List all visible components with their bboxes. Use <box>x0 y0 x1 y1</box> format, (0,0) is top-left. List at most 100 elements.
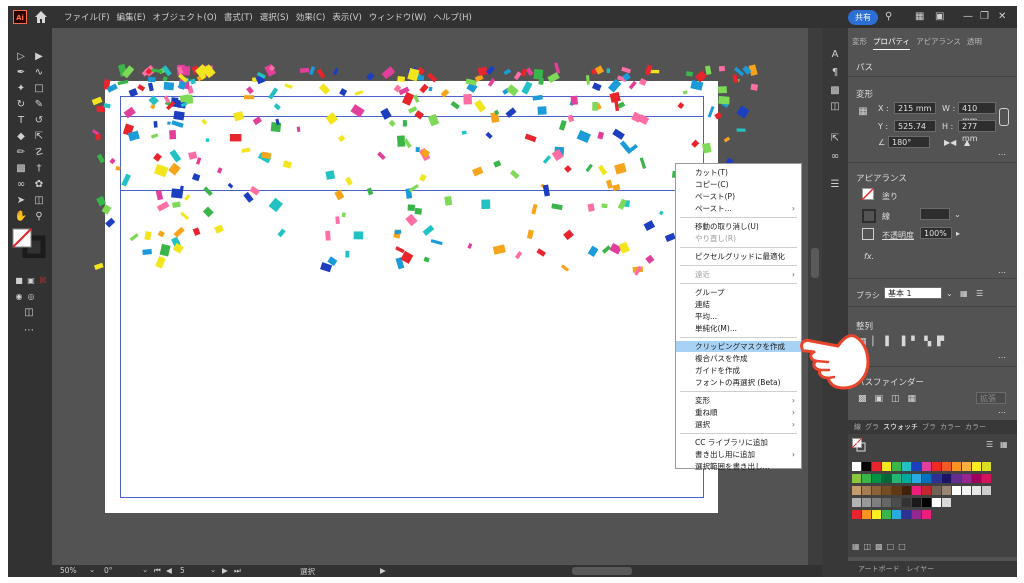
curvature-tool-icon[interactable]: ∿ <box>32 66 46 80</box>
libraries-panel-icon[interactable]: ▩ <box>828 84 842 98</box>
swatch-cell[interactable] <box>862 510 871 519</box>
appearance-more-icon[interactable]: ⋯ <box>998 268 1006 277</box>
swatch-cell[interactable] <box>942 462 951 471</box>
w-field[interactable]: 410 mm <box>958 102 996 125</box>
h-field[interactable]: 277 mm <box>958 120 996 143</box>
artboard-dropdown-icon[interactable]: ⌄ <box>210 565 216 574</box>
context-menu-item[interactable]: 選択 › <box>676 419 801 430</box>
swatch-cell[interactable] <box>902 474 911 483</box>
swatch-cell[interactable] <box>922 474 931 483</box>
flip-horizontal-icon[interactable]: ▶◀ <box>944 138 956 147</box>
first-artboard-icon[interactable]: ⏮ <box>154 566 161 576</box>
opacity-arrow-icon[interactable]: ▸ <box>956 229 960 238</box>
fill-stroke-icon[interactable] <box>12 228 46 258</box>
tab-layers[interactable]: レイヤー <box>906 565 934 573</box>
grid-view-icon[interactable]: ▦ <box>1000 440 1008 449</box>
tab-transform[interactable]: 変形 <box>852 36 867 50</box>
share-button[interactable]: 共有 <box>848 10 878 25</box>
swatch-cell[interactable] <box>902 498 911 507</box>
menu-type[interactable]: 書式(T) <box>224 11 253 23</box>
swatch-cell[interactable] <box>882 474 891 483</box>
direct-selection-tool-icon[interactable]: ▶ <box>32 50 46 64</box>
swatch-cell[interactable] <box>972 474 981 483</box>
pathfinder-expand-button[interactable]: 拡張 <box>976 392 1006 404</box>
swatch-cell[interactable] <box>872 462 881 471</box>
swatch-cell[interactable] <box>882 510 891 519</box>
tab-stroke[interactable]: 線 <box>854 420 861 434</box>
swatch-cell[interactable] <box>942 474 951 483</box>
swatch-cell[interactable] <box>962 474 971 483</box>
brush-tool-icon[interactable]: ✏ <box>14 146 28 160</box>
swatch-cell[interactable] <box>912 498 921 507</box>
rectangle-tool-icon[interactable]: □ <box>32 82 46 96</box>
swatch-cell[interactable] <box>852 498 861 507</box>
export-panel-icon[interactable]: ⇱ <box>828 132 842 146</box>
draw-behind-icon[interactable]: ◎ <box>24 290 38 304</box>
layers-dock-icon[interactable]: ☰ <box>828 178 842 192</box>
context-menu-item[interactable]: ピクセルグリッドに最適化 <box>676 251 801 262</box>
brush-library-icon[interactable]: ▦ <box>960 289 968 298</box>
paragraph-panel-icon[interactable]: ¶ <box>828 66 842 80</box>
screen-mode-icon[interactable]: ◫ <box>22 306 36 320</box>
eyedropper-tool-icon[interactable]: † <box>32 162 46 176</box>
prev-artboard-icon[interactable]: ◀ <box>166 566 172 575</box>
context-menu-item[interactable]: 複合パスを作成 <box>676 353 801 364</box>
constrain-proportions-icon[interactable] <box>999 108 1009 126</box>
pathfinder-buttons-icon[interactable]: ▩▣◫▦ <box>858 394 924 404</box>
warp-tool-icon[interactable]: ☡ <box>32 146 46 160</box>
artboard-number[interactable]: 5 <box>180 566 185 575</box>
menu-window[interactable]: ウィンドウ(W) <box>369 11 427 23</box>
context-menu-item[interactable]: 移動の取り消し(U) <box>676 221 801 232</box>
menu-effect[interactable]: 効果(C) <box>296 11 326 23</box>
swatch-cell[interactable] <box>922 510 931 519</box>
swatch-cell[interactable] <box>892 510 901 519</box>
flip-vertical-icon[interactable]: ▲ <box>964 138 970 147</box>
swatch-cell[interactable] <box>912 462 921 471</box>
vertical-scrollbar[interactable] <box>808 28 822 565</box>
swatch-cell[interactable] <box>932 474 941 483</box>
rotate-tool-icon[interactable]: ↻ <box>14 98 28 112</box>
context-menu-item[interactable]: 連結 <box>676 299 801 310</box>
stroke-swatch-icon[interactable] <box>862 209 876 223</box>
swatch-cell[interactable] <box>982 474 991 483</box>
swatch-cell[interactable] <box>892 462 901 471</box>
pen-tool-icon[interactable]: ✒ <box>14 66 28 80</box>
context-menu-item[interactable]: コピー(C) <box>676 179 801 190</box>
swatch-cell[interactable] <box>912 510 921 519</box>
eraser-tool-icon[interactable]: ◆ <box>14 130 28 144</box>
scale-tool-icon[interactable]: ⇱ <box>32 130 46 144</box>
workspace-icon[interactable]: ▦ <box>915 11 924 23</box>
context-menu-item[interactable]: ガイドを作成 <box>676 365 801 376</box>
opacity-field[interactable]: 100% <box>920 227 952 239</box>
stroke-weight-field[interactable] <box>920 208 950 220</box>
swatch-cell[interactable] <box>862 498 871 507</box>
context-menu-item[interactable]: 平均... <box>676 311 801 322</box>
swatch-cell[interactable] <box>942 486 951 495</box>
swatch-cell[interactable] <box>902 486 911 495</box>
swatch-cell[interactable] <box>902 510 911 519</box>
swatch-cell[interactable] <box>862 486 871 495</box>
swatch-cell[interactable] <box>922 462 931 471</box>
pin-tool-icon[interactable]: ➤ <box>14 194 28 208</box>
tab-transparency[interactable]: 透明 <box>967 36 982 50</box>
swatch-cell[interactable] <box>892 498 901 507</box>
swatch-cell[interactable] <box>982 462 991 471</box>
swatch-cell[interactable] <box>902 462 911 471</box>
rotation-dropdown-icon[interactable]: ⌄ <box>142 565 148 574</box>
pathfinder-more-icon[interactable]: ⋯ <box>998 408 1006 417</box>
swatch-cell[interactable] <box>972 462 981 471</box>
last-artboard-icon[interactable]: ⏭ <box>234 566 241 576</box>
opacity-label[interactable]: 不透明度 <box>882 230 914 241</box>
next-artboard-icon[interactable]: ▶ <box>222 566 228 575</box>
context-menu-item[interactable]: クリッピングマスクを作成 <box>676 341 801 352</box>
swatch-cell[interactable] <box>872 510 881 519</box>
rotation-field[interactable]: 180° <box>888 136 930 148</box>
swatch-cell[interactable] <box>852 486 861 495</box>
swatch-cell[interactable] <box>962 486 971 495</box>
gradient-tool-icon[interactable]: ▩ <box>14 162 28 176</box>
stroke-dropdown-icon[interactable]: ⌄ <box>954 210 961 219</box>
swatch-cell[interactable] <box>942 498 951 507</box>
swatch-cell[interactable] <box>872 498 881 507</box>
zoom-tool-icon[interactable]: ⚲ <box>32 210 46 224</box>
swatch-fill-stroke-icon[interactable] <box>852 438 866 452</box>
